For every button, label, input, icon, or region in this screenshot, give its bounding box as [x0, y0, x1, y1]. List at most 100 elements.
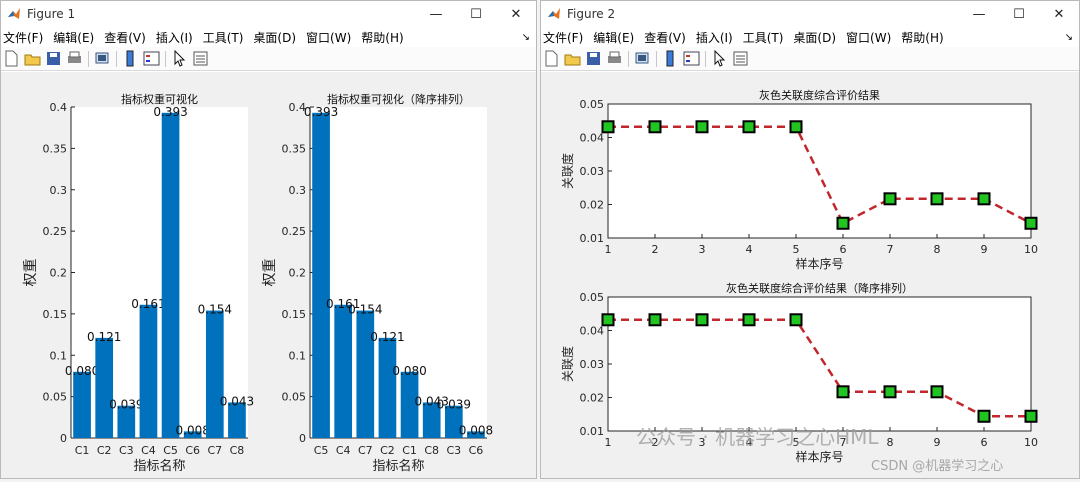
- save-icon[interactable]: [45, 50, 62, 67]
- y-tick-label: 0.04: [580, 132, 605, 145]
- y-tick-label: 0.25: [282, 225, 307, 238]
- x-tick-label: C3: [446, 444, 461, 457]
- data-point: [648, 313, 662, 327]
- bar-C2: [378, 337, 397, 438]
- menu-file[interactable]: 文件(F): [3, 29, 43, 46]
- link-icon[interactable]: [634, 50, 651, 67]
- dock-arrow-icon[interactable]: ↘: [1065, 32, 1073, 43]
- figure-1-window: Figure 1 — ☐ ✕ 文件(F) 编辑(E) 查看(V) 插入(I) 工…: [0, 0, 537, 479]
- toolbar: [541, 47, 1079, 71]
- data-label: 0.121: [370, 330, 404, 344]
- data-label: 0.154: [198, 303, 232, 317]
- pointer-icon[interactable]: [711, 50, 728, 67]
- menu-edit[interactable]: 编辑(E): [53, 29, 94, 46]
- x-tick-label: 6: [981, 436, 988, 449]
- legend-icon[interactable]: [683, 50, 700, 67]
- bar-chart-1: 00.050.10.150.20.250.30.350.4C50.393C40.…: [262, 92, 493, 474]
- menu-insert[interactable]: 插入(I): [696, 29, 733, 46]
- x-tick-label: 7: [887, 243, 894, 256]
- data-label: 0.080: [65, 364, 99, 378]
- data-label: 0.008: [176, 423, 210, 437]
- data-point: [789, 120, 803, 134]
- data-point: [789, 313, 803, 327]
- y-tick-label: 0.15: [43, 308, 68, 321]
- bar-chart-0: 0 0.05 0.1 0.15 0.2 0.25 0.3 0.35 0.4 C1 0.080 C2 0.…: [23, 92, 254, 474]
- x-tick-label: C2: [380, 444, 395, 457]
- x-tick-label: C3: [119, 444, 134, 457]
- colorbar-icon[interactable]: [122, 50, 139, 67]
- menu-view[interactable]: 查看(V): [104, 29, 146, 46]
- minimize-button[interactable]: —: [416, 7, 456, 22]
- bar-C4: [139, 304, 158, 438]
- x-tick-label: C1: [402, 444, 417, 457]
- menu-help[interactable]: 帮助(H): [901, 29, 943, 46]
- x-tick-label: 9: [934, 436, 941, 449]
- data-label: 0.393: [153, 105, 187, 119]
- toolbar-separator: [165, 50, 166, 67]
- print-icon[interactable]: [66, 50, 83, 67]
- chart-title: 指标权重可视化: [121, 92, 198, 106]
- x-tick-label: C6: [469, 444, 484, 457]
- new-icon[interactable]: [543, 50, 560, 67]
- data-point: [601, 313, 615, 327]
- y-tick-label: 0.04: [580, 325, 605, 338]
- dock-arrow-icon[interactable]: ↘: [522, 32, 530, 43]
- chart-title: 指标权重可视化（降序排列）: [327, 92, 470, 106]
- figure-1-plot: 0 0.05 0.1 0.15 0.2 0.25 0.3 0.35 0.4 C1 0.080 C2 0.…: [23, 92, 493, 474]
- open-icon[interactable]: [564, 50, 581, 67]
- save-icon[interactable]: [585, 50, 602, 67]
- matlab-logo-icon: [8, 8, 20, 19]
- colorbar-icon[interactable]: [662, 50, 679, 67]
- menu-help[interactable]: 帮助(H): [361, 29, 403, 46]
- menubar: 文件(F) 编辑(E) 查看(V) 插入(I) 工具(T) 桌面(D) 窗口(W…: [541, 27, 1079, 47]
- close-button[interactable]: ✕: [496, 7, 536, 22]
- y-tick-label: 0.2: [289, 267, 307, 280]
- toolbar-separator: [705, 50, 706, 67]
- bar-C5: [312, 112, 330, 439]
- menu-desktop[interactable]: 桌面(D): [793, 29, 836, 46]
- menu-tools[interactable]: 工具(T): [203, 29, 244, 46]
- y-tick-label: 0.3: [50, 184, 68, 197]
- menu-window[interactable]: 窗口(W): [846, 29, 891, 46]
- matlab-logo-icon: [548, 8, 560, 19]
- link-icon[interactable]: [94, 50, 111, 67]
- menu-desktop[interactable]: 桌面(D): [253, 29, 296, 46]
- y-tick-label: 0: [60, 432, 67, 445]
- x-tick-label: 6: [840, 243, 847, 256]
- minimize-button[interactable]: —: [959, 7, 999, 22]
- menu-insert[interactable]: 插入(I): [156, 29, 193, 46]
- close-button[interactable]: ✕: [1039, 7, 1079, 22]
- data-point: [883, 192, 897, 206]
- toolbar-separator: [88, 50, 89, 67]
- toolbar: [1, 47, 536, 71]
- toolbar-separator: [628, 50, 629, 67]
- menu-file[interactable]: 文件(F): [543, 29, 583, 46]
- data-label: 0.039: [437, 398, 471, 412]
- menu-window[interactable]: 窗口(W): [306, 29, 351, 46]
- watermark-csdn: CSDN @机器学习之心: [871, 458, 1003, 474]
- x-tick-label: C6: [185, 444, 200, 457]
- y-tick-label: 0.02: [580, 199, 605, 212]
- property-icon[interactable]: [732, 50, 749, 67]
- print-icon[interactable]: [606, 50, 623, 67]
- y-tick-label: 0.03: [580, 358, 605, 371]
- y-tick-label: 0.15: [282, 308, 307, 321]
- data-point: [648, 120, 662, 134]
- maximize-button[interactable]: ☐: [456, 7, 496, 22]
- x-tick-label: C5: [163, 444, 178, 457]
- legend-icon[interactable]: [143, 50, 160, 67]
- pointer-icon[interactable]: [171, 50, 188, 67]
- titlebar: Figure 2 — ☐ ✕: [541, 1, 1079, 27]
- x-tick-label: 8: [934, 243, 941, 256]
- x-tick-label: C7: [358, 444, 373, 457]
- x-tick-label: C4: [336, 444, 351, 457]
- new-icon[interactable]: [3, 50, 20, 67]
- window-title: Figure 2: [567, 7, 616, 21]
- property-icon[interactable]: [192, 50, 209, 67]
- menu-view[interactable]: 查看(V): [644, 29, 686, 46]
- x-tick-label: 1: [605, 243, 612, 256]
- menu-edit[interactable]: 编辑(E): [593, 29, 634, 46]
- open-icon[interactable]: [24, 50, 41, 67]
- maximize-button[interactable]: ☐: [999, 7, 1039, 22]
- menu-tools[interactable]: 工具(T): [743, 29, 784, 46]
